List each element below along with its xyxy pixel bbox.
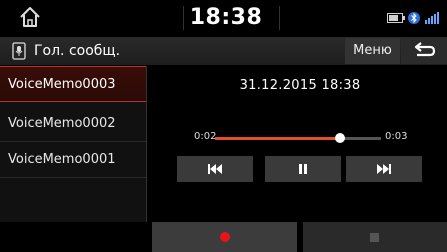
back-arrow-icon xyxy=(414,42,436,57)
previous-button[interactable] xyxy=(177,156,253,182)
stop-button[interactable] xyxy=(303,222,447,252)
previous-track-icon xyxy=(208,164,222,174)
clock: 18:38 xyxy=(189,5,263,30)
progress-knob[interactable] xyxy=(334,133,345,143)
list-item[interactable]: VoiceMemo0002 xyxy=(0,106,146,142)
status-bar: 18:38 xyxy=(0,0,447,36)
home-button[interactable] xyxy=(16,4,44,30)
next-track-icon xyxy=(377,164,391,174)
stop-icon xyxy=(370,233,379,242)
record-button[interactable] xyxy=(152,222,297,252)
back-button[interactable] xyxy=(401,38,447,64)
progress-fill xyxy=(215,137,340,140)
pause-button[interactable] xyxy=(265,156,341,182)
record-icon xyxy=(220,232,230,242)
page-title: Гол. сообщ. xyxy=(34,43,121,59)
battery-icon xyxy=(387,13,405,23)
total-time: 0:03 xyxy=(385,131,408,142)
progress-slider[interactable] xyxy=(215,133,381,143)
divider xyxy=(279,6,280,30)
status-icons xyxy=(387,11,439,25)
divider xyxy=(183,6,184,30)
title-bar: Гол. сообщ. Меню xyxy=(0,37,447,65)
list-item[interactable]: VoiceMemo0001 xyxy=(0,142,146,178)
pause-icon xyxy=(299,164,307,174)
next-button[interactable] xyxy=(346,156,422,182)
bluetooth-icon xyxy=(408,12,420,24)
current-time: 0:02 xyxy=(194,131,217,142)
recording-datetime: 31.12.2015 18:38 xyxy=(239,78,361,93)
list-item[interactable]: VoiceMemo0003 xyxy=(0,66,146,102)
home-icon xyxy=(20,7,40,27)
menu-button[interactable]: Меню xyxy=(345,38,400,64)
voice-memo-icon xyxy=(12,42,26,60)
signal-icon xyxy=(425,12,439,24)
